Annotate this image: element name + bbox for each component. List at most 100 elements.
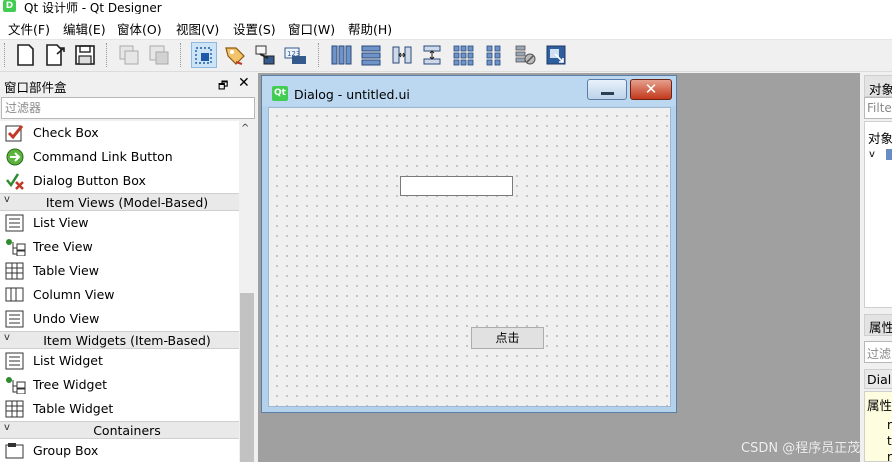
scroll-up-icon[interactable]: ^ bbox=[241, 123, 249, 134]
toolbar-separator bbox=[106, 43, 107, 67]
filter-placeholder: Filter bbox=[867, 101, 892, 115]
dock-close-icon[interactable]: ✕ bbox=[238, 75, 250, 91]
undo-view-icon bbox=[5, 310, 25, 328]
form-canvas[interactable]: 点击 bbox=[268, 107, 671, 407]
layout-vertical-icon[interactable] bbox=[358, 42, 384, 68]
chevron-down-icon[interactable]: v bbox=[869, 149, 875, 160]
widget-category-label: Item Widgets (Item-Based) bbox=[43, 333, 211, 348]
layout-h-splitter-icon[interactable] bbox=[389, 42, 415, 68]
widget-item-label: Table View bbox=[33, 263, 99, 278]
widget-list-scrollbar[interactable]: ^ bbox=[239, 121, 255, 462]
menu-form[interactable]: 窗体(O) bbox=[117, 19, 162, 38]
qt-logo-icon: Qt bbox=[272, 86, 288, 101]
open-form-icon[interactable] bbox=[42, 42, 68, 68]
menu-file[interactable]: 文件(F) bbox=[8, 19, 50, 38]
widget-box-header: 窗口部件盒 🗗 ✕ bbox=[0, 73, 257, 95]
widget-item-tree-widget[interactable]: Tree Widget bbox=[0, 373, 239, 397]
table-view-icon bbox=[5, 262, 25, 280]
dialog-object-icon bbox=[886, 149, 892, 160]
widget-item-label: Column View bbox=[33, 287, 115, 302]
layout-horizontal-icon[interactable] bbox=[328, 42, 354, 68]
dialog-button-box-icon bbox=[5, 172, 25, 190]
edit-widgets-icon[interactable] bbox=[191, 42, 217, 68]
menu-view[interactable]: 视图(V) bbox=[176, 19, 219, 38]
widget-item-check-box[interactable]: Check Box bbox=[0, 121, 239, 145]
widget-item-table-widget[interactable]: Table Widget bbox=[0, 397, 239, 421]
widget-box-title: 窗口部件盒 bbox=[4, 80, 67, 95]
property-class-label: Dialo bbox=[867, 372, 892, 387]
toolbar-separator bbox=[180, 43, 181, 67]
menu-bar: 文件(F) 编辑(E) 窗体(O) 视图(V) 设置(S) 窗口(W) 帮助(H… bbox=[0, 14, 892, 40]
edit-tab-order-icon[interactable]: 123 bbox=[283, 42, 309, 68]
object-inspector-title: 对象 bbox=[869, 82, 892, 97]
widget-item-tree-view[interactable]: Tree View bbox=[0, 235, 239, 259]
widget-item-label: List View bbox=[33, 215, 89, 230]
copy-icon[interactable] bbox=[116, 42, 142, 68]
list-view-icon bbox=[5, 214, 25, 232]
paste-icon[interactable] bbox=[146, 42, 172, 68]
widget-item-label: Command Link Button bbox=[33, 149, 173, 164]
push-button[interactable]: 点击 bbox=[471, 327, 544, 349]
layout-grid-icon[interactable] bbox=[450, 42, 476, 68]
group-box-icon bbox=[5, 442, 25, 460]
new-form-icon[interactable] bbox=[12, 42, 38, 68]
widget-item-list-widget[interactable]: List Widget bbox=[0, 349, 239, 373]
widget-item-label: Tree View bbox=[33, 239, 93, 254]
edit-signals-slots-icon[interactable] bbox=[222, 42, 248, 68]
object-filter-input[interactable]: Filter bbox=[864, 97, 892, 119]
widget-item-label: List Widget bbox=[33, 353, 103, 368]
form-titlebar[interactable]: Qt Dialog - untitled.ui ✕ bbox=[262, 76, 676, 106]
column-view-icon bbox=[5, 286, 25, 304]
widget-item-group-box[interactable]: Group Box bbox=[0, 439, 239, 462]
menu-settings[interactable]: 设置(S) bbox=[233, 19, 276, 38]
layout-v-splitter-icon[interactable] bbox=[419, 42, 445, 68]
widget-item-column-view[interactable]: Column View bbox=[0, 283, 239, 307]
property-table[interactable]: 属性 r t r bbox=[864, 391, 892, 462]
command-link-button-icon bbox=[5, 148, 25, 166]
widget-category-containers[interactable]: v Containers bbox=[0, 421, 239, 439]
property-cell[interactable]: t bbox=[887, 434, 892, 448]
property-cell[interactable]: r bbox=[887, 418, 892, 432]
property-editor-title: 属性 bbox=[869, 320, 892, 335]
tree-widget-icon bbox=[5, 376, 26, 395]
widget-category-label: Containers bbox=[93, 423, 161, 438]
menu-edit[interactable]: 编辑(E) bbox=[63, 19, 106, 38]
layout-form-icon[interactable] bbox=[481, 42, 507, 68]
widget-item-dialog-button-box[interactable]: Dialog Button Box bbox=[0, 169, 239, 193]
save-form-icon[interactable] bbox=[72, 42, 98, 68]
scrollbar-thumb[interactable] bbox=[240, 293, 254, 462]
widget-item-table-view[interactable]: Table View bbox=[0, 259, 239, 283]
widget-category-item-widgets[interactable]: v Item Widgets (Item-Based) bbox=[0, 331, 239, 349]
close-button[interactable]: ✕ bbox=[630, 79, 672, 100]
right-dock-panels: 对象 Filter 对象 v 属性 过滤 Dialo 属性 r t r bbox=[860, 73, 892, 462]
designer-app-icon: D bbox=[3, 0, 16, 12]
property-table-header: 属性 bbox=[867, 398, 892, 413]
widget-item-list-view[interactable]: List View bbox=[0, 211, 239, 235]
object-tree[interactable]: 对象 v bbox=[864, 121, 892, 308]
property-cell[interactable]: r bbox=[887, 450, 892, 462]
edit-buddies-icon[interactable] bbox=[252, 42, 278, 68]
widget-item-label: Check Box bbox=[33, 125, 99, 140]
widget-item-label: Tree Widget bbox=[33, 377, 108, 392]
widget-item-label: Dialog Button Box bbox=[33, 173, 146, 188]
dock-float-icon[interactable]: 🗗 bbox=[218, 77, 228, 96]
form-window[interactable]: Qt Dialog - untitled.ui ✕ 点击 bbox=[261, 75, 677, 413]
widget-item-label: Group Box bbox=[33, 443, 99, 458]
minimize-button[interactable] bbox=[587, 79, 627, 100]
line-edit[interactable] bbox=[400, 176, 513, 196]
toolbar-handle[interactable] bbox=[4, 43, 5, 67]
menu-help[interactable]: 帮助(H) bbox=[348, 19, 392, 38]
minimize-icon bbox=[601, 92, 614, 95]
adjust-size-icon[interactable] bbox=[543, 42, 569, 68]
toolbar-separator bbox=[318, 43, 319, 67]
menu-window[interactable]: 窗口(W) bbox=[288, 19, 335, 38]
widget-item-command-link-button[interactable]: Command Link Button bbox=[0, 145, 239, 169]
property-filter-input[interactable]: 过滤 bbox=[864, 341, 892, 363]
widget-category-item-views[interactable]: v Item Views (Model-Based) bbox=[0, 193, 239, 211]
widget-category-label: Item Views (Model-Based) bbox=[45, 195, 209, 210]
widget-list: Check Box Command Link Button Dialog But… bbox=[0, 121, 239, 462]
widget-filter-input[interactable] bbox=[1, 97, 255, 119]
break-layout-icon[interactable] bbox=[512, 42, 538, 68]
widget-item-undo-view[interactable]: Undo View bbox=[0, 307, 239, 331]
close-icon: ✕ bbox=[644, 80, 658, 98]
